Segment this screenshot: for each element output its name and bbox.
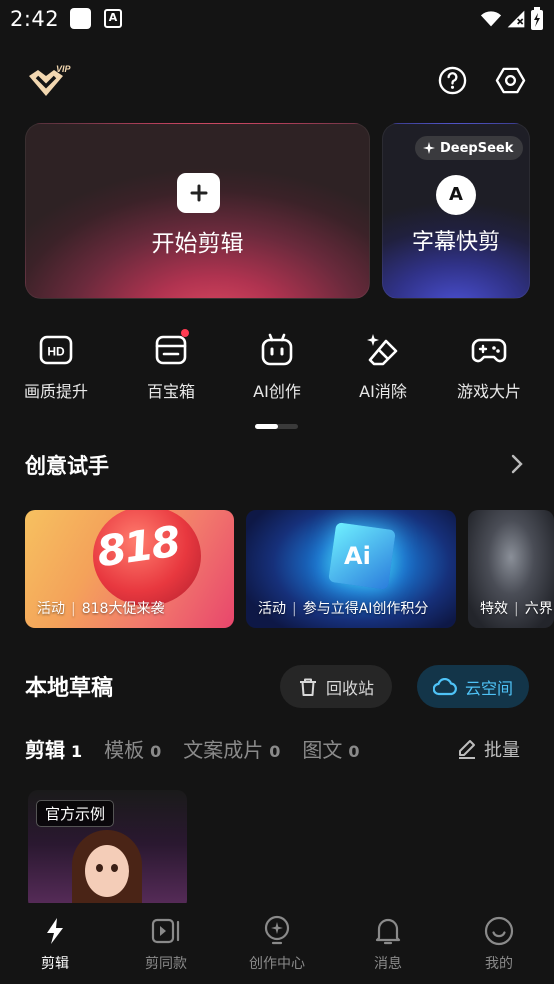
tool-game-video[interactable]: 游戏大片 xyxy=(444,332,534,402)
batch-label: 批量 xyxy=(484,740,520,761)
subtitle-quickcut-title: 字幕快剪 xyxy=(411,230,500,255)
official-sample-tag: 官方示例 xyxy=(36,800,115,827)
robot-icon xyxy=(261,333,293,366)
video-template-icon xyxy=(151,918,180,944)
nav-label: 创作中心 xyxy=(249,956,305,972)
recycle-bin-label: 回收站 xyxy=(325,678,374,698)
nav-messages[interactable]: 消息 xyxy=(343,915,433,973)
creative-section-title: 创意试手 xyxy=(25,454,109,478)
notification-dot xyxy=(181,329,189,337)
start-editing-title: 开始剪辑 xyxy=(151,231,244,257)
nav-label: 剪同款 xyxy=(145,956,187,972)
tool-label: AI消除 xyxy=(359,382,407,401)
trash-icon xyxy=(299,678,316,696)
settings-button[interactable] xyxy=(495,65,526,96)
signal-icon xyxy=(507,10,525,28)
help-button[interactable] xyxy=(437,65,468,96)
wifi-icon xyxy=(480,11,502,27)
activity-caption: 特效 | 六界 xyxy=(480,601,553,617)
cloud-icon xyxy=(432,677,457,695)
deepseek-badge: DeepSeek xyxy=(415,136,524,160)
chevron-right-icon xyxy=(511,454,523,474)
tool-ai-create[interactable]: AI创作 xyxy=(232,332,322,402)
lightning-icon xyxy=(47,918,63,944)
a-letter-icon: A xyxy=(436,175,476,215)
nav-creation-center[interactable]: 创作中心 xyxy=(232,915,322,973)
vip-heart-icon: VIP xyxy=(29,64,72,96)
recycle-bin-button[interactable]: 回收站 xyxy=(280,665,392,708)
cloud-space-button[interactable]: 云空间 xyxy=(417,665,529,708)
status-time: 2:42 xyxy=(10,7,60,31)
vip-logo[interactable]: VIP xyxy=(26,62,78,100)
nav-label: 剪辑 xyxy=(41,956,69,972)
nav-same-style[interactable]: 剪同款 xyxy=(121,915,211,973)
subtitle-quickcut-card[interactable]: DeepSeek A 字幕快剪 xyxy=(382,123,530,299)
svg-text:VIP: VIP xyxy=(56,64,72,74)
nav-label: 消息 xyxy=(374,956,402,972)
tab-image-text[interactable]: 图文 0 xyxy=(302,734,359,763)
avatar-eye xyxy=(96,864,103,872)
battery-icon xyxy=(531,7,543,30)
eraser-icon xyxy=(367,334,398,366)
tool-ai-erase[interactable]: AI消除 xyxy=(338,332,428,402)
a-notification-icon: A xyxy=(104,9,122,28)
smile-face-icon xyxy=(484,916,514,946)
activity-caption: 活动 | 参与立得AI创作积分 xyxy=(258,601,429,617)
activity-card-818[interactable]: 818 活动 | 818大促来袭 xyxy=(25,510,234,628)
toolbox-icon xyxy=(155,335,187,365)
tool-hd-enhance[interactable]: HD 画质提升 xyxy=(11,332,101,402)
bell-icon xyxy=(375,918,401,945)
gamepad-icon xyxy=(471,338,507,363)
tab-template[interactable]: 模板 0 xyxy=(104,734,161,763)
avatar-face xyxy=(85,845,129,897)
draft-tabs: 剪辑 1 模板 0 文案成片 0 图文 0 xyxy=(25,734,382,763)
cloud-space-label: 云空间 xyxy=(464,678,513,698)
app-notification-icon xyxy=(70,8,91,29)
hd-icon: HD xyxy=(39,335,73,365)
deepseek-label: DeepSeek xyxy=(440,140,514,156)
tool-label: 百宝箱 xyxy=(146,382,195,401)
activity-card-ai[interactable]: Ai 活动 | 参与立得AI创作积分 xyxy=(246,510,456,628)
draft-item[interactable]: 官方示例 xyxy=(28,790,187,910)
tool-label: 画质提升 xyxy=(23,382,88,401)
status-bar: 2:42 A xyxy=(0,0,554,40)
plus-icon xyxy=(177,173,220,213)
effect-card[interactable]: 特效 | 六界 xyxy=(468,510,554,628)
activity-caption: 活动 | 818大促来袭 xyxy=(37,601,165,617)
nav-edit[interactable]: 剪辑 xyxy=(10,915,100,973)
nav-profile[interactable]: 我的 xyxy=(454,915,544,973)
nav-label: 我的 xyxy=(485,956,513,972)
tool-toolbox[interactable]: 百宝箱 xyxy=(126,329,216,402)
batch-button[interactable]: 批量 xyxy=(456,736,520,762)
edit-pen-icon xyxy=(459,740,475,759)
tool-label: 游戏大片 xyxy=(456,382,521,401)
local-drafts-title: 本地草稿 xyxy=(25,676,114,701)
avatar-eye xyxy=(111,864,118,872)
svg-text:HD: HD xyxy=(47,345,65,359)
tab-edit[interactable]: 剪辑 1 xyxy=(25,734,82,763)
tools-page-indicator xyxy=(255,424,298,429)
art-ai-text: Ai xyxy=(344,542,371,570)
bottom-nav: 剪辑 剪同款 创作中心 消息 我的 xyxy=(0,903,554,984)
start-editing-card[interactable]: 开始剪辑 xyxy=(25,123,370,299)
tool-label: AI创作 xyxy=(253,382,301,401)
creation-bulb-icon xyxy=(264,915,290,945)
hexagon-settings-icon xyxy=(495,67,526,94)
sparkle-icon xyxy=(423,142,435,154)
tab-script-video[interactable]: 文案成片 0 xyxy=(183,734,280,763)
creative-more-button[interactable] xyxy=(510,454,524,474)
help-icon xyxy=(438,66,467,95)
